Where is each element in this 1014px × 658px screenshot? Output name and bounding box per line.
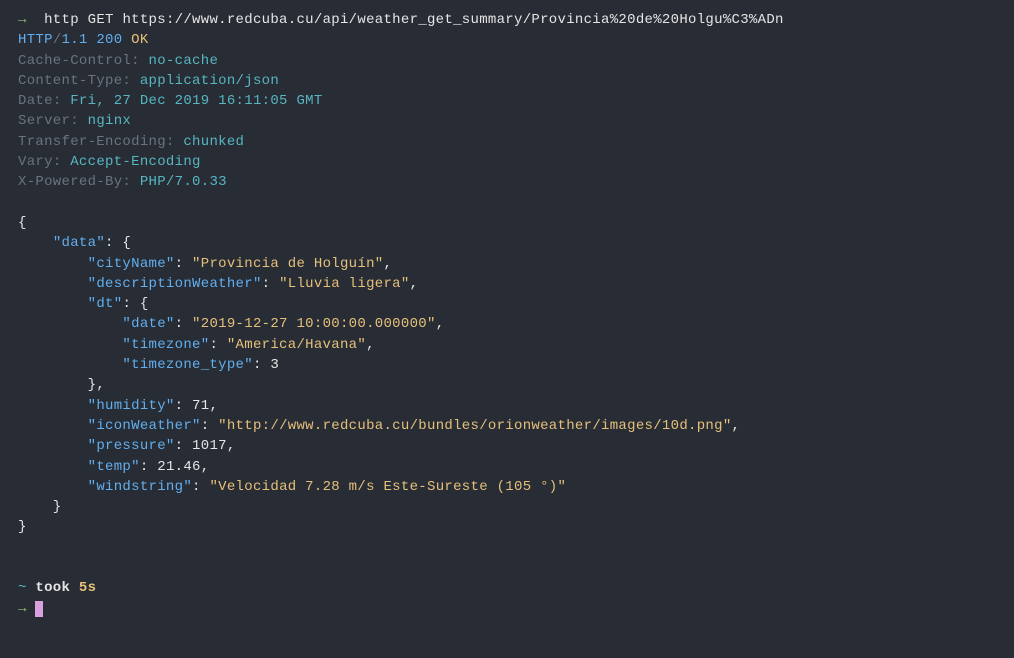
blank-line [18, 193, 996, 213]
took-label: took [35, 580, 70, 596]
json-temp: "temp": 21.46, [18, 457, 996, 477]
http-status-code: 200 [96, 32, 122, 48]
cursor[interactable] [35, 601, 43, 617]
json-dt-open: "dt": { [18, 294, 996, 314]
json-windstring: "windstring": "Velocidad 7.28 m/s Este-S… [18, 477, 996, 497]
json-data-key: "data": { [18, 233, 996, 253]
header-transfer-encoding: Transfer-Encoding: chunked [18, 132, 996, 152]
json-description-weather: "descriptionWeather": "Lluvia ligera", [18, 274, 996, 294]
blank-line-2 [18, 538, 996, 558]
json-open-brace: { [18, 213, 996, 233]
json-cityname: "cityName": "Provincia de Holguín", [18, 254, 996, 274]
json-icon-weather: "iconWeather": "http://www.redcuba.cu/bu… [18, 416, 996, 436]
command-text: http GET https://www.redcuba.cu/api/weat… [44, 12, 784, 28]
header-x-powered-by: X-Powered-By: PHP/7.0.33 [18, 172, 996, 192]
duration-line: ~ took 5s [18, 578, 996, 598]
header-server: Server: nginx [18, 111, 996, 131]
json-close-brace: } [18, 517, 996, 537]
http-status-line: HTTP/1.1 200 OK [18, 30, 996, 50]
json-data-close: } [18, 497, 996, 517]
tilde-char: ~ [18, 580, 27, 596]
command-line: → http GET https://www.redcuba.cu/api/we… [18, 10, 996, 30]
terminal-output: → http GET https://www.redcuba.cu/api/we… [18, 10, 996, 619]
json-humidity: "humidity": 71, [18, 396, 996, 416]
header-content-type: Content-Type: application/json [18, 71, 996, 91]
prompt-line[interactable]: → [18, 599, 996, 619]
http-status-reason: OK [131, 32, 148, 48]
header-date: Date: Fri, 27 Dec 2019 16:11:05 GMT [18, 91, 996, 111]
duration-value: 5s [79, 580, 96, 596]
header-cache-control: Cache-Control: no-cache [18, 51, 996, 71]
json-dt-timezone-type: "timezone_type": 3 [18, 355, 996, 375]
header-vary: Vary: Accept-Encoding [18, 152, 996, 172]
json-dt-close: }, [18, 375, 996, 395]
json-dt-timezone: "timezone": "America/Havana", [18, 335, 996, 355]
json-pressure: "pressure": 1017, [18, 436, 996, 456]
json-dt-date: "date": "2019-12-27 10:00:00.000000", [18, 314, 996, 334]
blank-line-3 [18, 558, 996, 578]
prompt-arrow-2: → [18, 601, 27, 617]
http-version: 1.1 [62, 32, 88, 48]
prompt-arrow: → [18, 12, 27, 28]
http-protocol: HTTP [18, 32, 53, 48]
